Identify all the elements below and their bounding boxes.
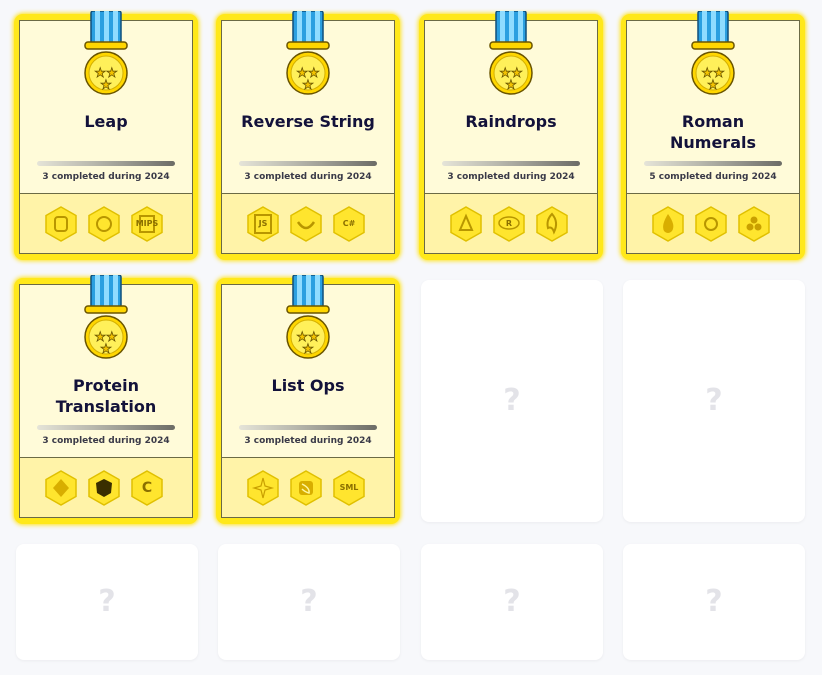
sml-icon[interactable]: SML	[332, 470, 366, 506]
gold-medal-icon: ★★ ★	[691, 11, 735, 95]
clojure-icon[interactable]	[87, 470, 121, 506]
gold-medal-icon: ★★ ★	[84, 275, 128, 359]
track-icons: JS C#	[222, 193, 394, 253]
track-label: JS	[258, 219, 268, 228]
track-icons: SML	[222, 457, 394, 517]
completed-count: 3 completed during 2024	[244, 436, 372, 446]
completed-count: 3 completed during 2024	[42, 172, 170, 182]
card-inner: ★★ ★ Reverse String 3 completed during 2…	[221, 11, 395, 254]
progress-bar	[37, 425, 175, 430]
exercise-title: Protein Translation	[55, 376, 157, 416]
card-inner: ★★ ★ Roman Numerals 5 completed during 2…	[626, 11, 800, 254]
python-icon[interactable]	[44, 206, 78, 242]
exercise-card-reverse-string[interactable]: ★★ ★ Reverse String 3 completed during 2…	[216, 11, 400, 260]
svg-text:★: ★	[302, 78, 314, 93]
exercise-card-raindrops[interactable]: ★★ ★ Raindrops 3 completed during 2024 R	[419, 11, 603, 260]
progress-bar	[644, 161, 782, 166]
gold-medal-icon: ★★ ★	[286, 275, 330, 359]
question-mark: ?	[503, 584, 521, 619]
elm-icon[interactable]	[246, 470, 280, 506]
svg-text:★: ★	[100, 342, 112, 357]
track-icons: R	[425, 193, 597, 253]
svg-text:★: ★	[100, 78, 112, 93]
question-mark: ?	[705, 584, 723, 619]
locked-exercise-card[interactable]: ?	[218, 544, 400, 660]
exercise-card-leap[interactable]: ★★ ★ Leap 3 completed during 2024 MIPS	[14, 11, 198, 260]
completed-count: 3 completed during 2024	[447, 172, 575, 182]
svg-text:★: ★	[505, 78, 517, 93]
crystal-icon[interactable]	[87, 206, 121, 242]
exercise-grid: ★★ ★ Leap 3 completed during 2024 MIPS ★…	[0, 0, 822, 675]
gold-medal-icon: ★★ ★	[489, 11, 533, 95]
track-icons	[627, 193, 799, 253]
c-icon[interactable]: C	[130, 470, 164, 506]
exercise-card-list-ops[interactable]: ★★ ★ List Ops 3 completed during 2024 SM…	[216, 275, 400, 524]
track-label: R	[505, 219, 513, 228]
ballerina-icon[interactable]	[737, 206, 771, 242]
completed-count: 3 completed during 2024	[42, 436, 170, 446]
mips-icon[interactable]: MIPS	[130, 206, 164, 242]
exercise-title: Roman Numerals	[670, 112, 756, 152]
gleam-icon[interactable]	[289, 206, 323, 242]
track-label: C#	[342, 219, 356, 228]
pharo-icon[interactable]	[694, 206, 728, 242]
track-label: SML	[339, 483, 359, 492]
exercise-card-protein-translation[interactable]: ★★ ★ Protein Translation 3 completed dur…	[14, 275, 198, 524]
question-mark: ?	[503, 383, 521, 418]
exercise-card-roman-numerals[interactable]: ★★ ★ Roman Numerals 5 completed during 2…	[621, 11, 805, 260]
card-inner: ★★ ★ Raindrops 3 completed during 2024 R	[424, 11, 598, 254]
gold-medal-icon: ★★ ★	[84, 11, 128, 95]
completed-count: 5 completed during 2024	[649, 172, 777, 182]
completed-count: 3 completed during 2024	[244, 172, 372, 182]
locked-exercise-card[interactable]: ?	[16, 544, 198, 660]
question-mark: ?	[705, 383, 723, 418]
track-icons: C	[20, 457, 192, 517]
card-inner: ★★ ★ Leap 3 completed during 2024 MIPS	[19, 11, 193, 254]
svg-text:★: ★	[302, 342, 314, 357]
track-label: C	[141, 480, 153, 496]
javascript-icon[interactable]: JS	[246, 206, 280, 242]
elixir-icon[interactable]	[651, 206, 685, 242]
progress-bar	[442, 161, 580, 166]
exercise-title: Raindrops	[465, 112, 557, 131]
locked-exercise-card[interactable]: ?	[623, 544, 805, 660]
track-label: MIPS	[135, 219, 159, 228]
locked-exercise-card[interactable]: ?	[421, 280, 603, 522]
exercise-title: Leap	[84, 112, 128, 131]
question-mark: ?	[300, 584, 318, 619]
groovy-icon[interactable]	[449, 206, 483, 242]
gold-medal-icon: ★★ ★	[286, 11, 330, 95]
question-mark: ?	[98, 584, 116, 619]
swift-icon[interactable]	[289, 470, 323, 506]
locked-exercise-card[interactable]: ?	[421, 544, 603, 660]
zig-icon[interactable]	[535, 206, 569, 242]
locked-exercise-card[interactable]: ?	[623, 280, 805, 522]
exercise-title: List Ops	[271, 376, 345, 395]
svg-text:★: ★	[707, 78, 719, 93]
card-inner: ★★ ★ List Ops 3 completed during 2024 SM…	[221, 275, 395, 518]
card-inner: ★★ ★ Protein Translation 3 completed dur…	[19, 275, 193, 518]
r-icon[interactable]: R	[492, 206, 526, 242]
csharp-icon[interactable]: C#	[332, 206, 366, 242]
progress-bar	[239, 425, 377, 430]
track-icons: MIPS	[20, 193, 192, 253]
progress-bar	[37, 161, 175, 166]
progress-bar	[239, 161, 377, 166]
exercise-title: Reverse String	[241, 112, 375, 131]
kotlin-icon[interactable]	[44, 470, 78, 506]
